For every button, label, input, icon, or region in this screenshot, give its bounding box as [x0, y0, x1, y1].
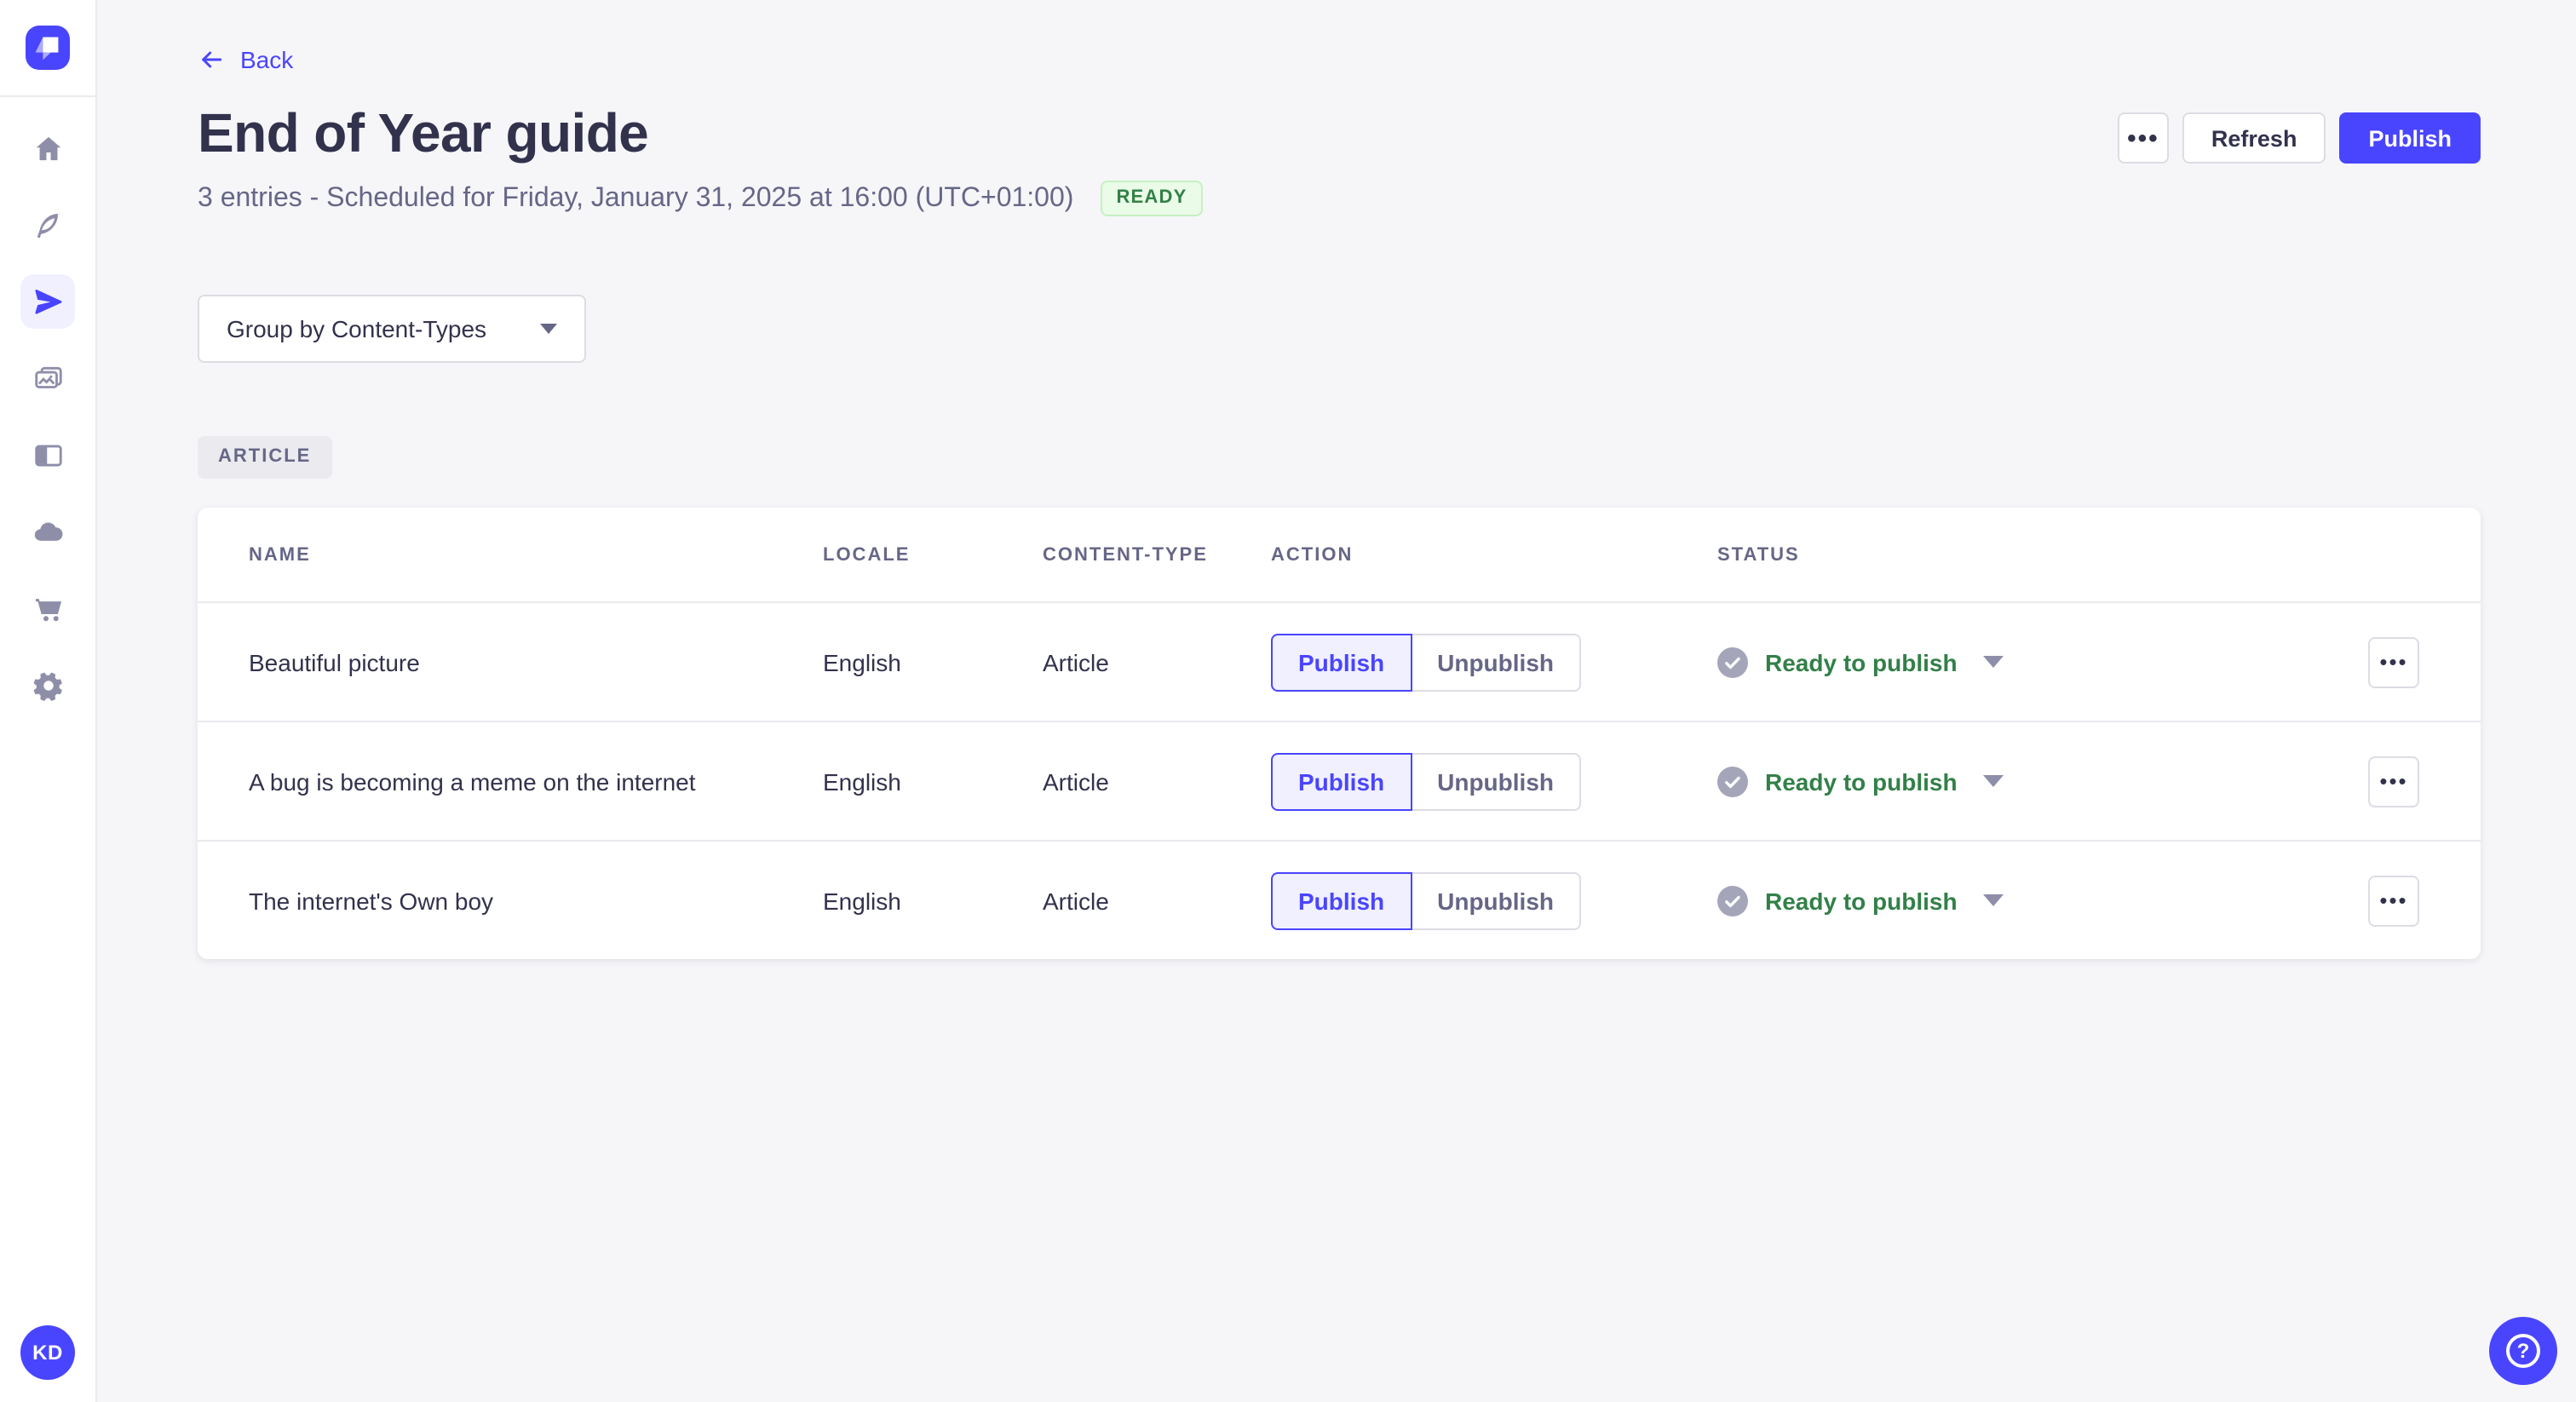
table-row: Beautiful picture English Article Publis… — [198, 601, 2481, 721]
sidebar-item-home[interactable] — [20, 121, 75, 175]
row-more-options-button[interactable]: ••• — [2368, 875, 2419, 926]
sidebar-item-marketplace[interactable] — [20, 581, 75, 635]
sidebar-item-content-manager[interactable] — [20, 198, 75, 252]
sidebar-item-releases[interactable] — [20, 274, 75, 329]
cloud-icon — [33, 521, 62, 540]
refresh-button[interactable]: Refresh — [2182, 112, 2326, 164]
entry-action-toggle: Publish Unpublish — [1271, 633, 1717, 691]
entry-status-dropdown[interactable]: Ready to publish — [1717, 885, 2368, 916]
marketplace-cart-icon — [34, 598, 61, 621]
entry-status-label: Ready to publish — [1765, 887, 1958, 914]
question-mark-icon: ? — [2506, 1334, 2540, 1368]
column-header-name: NAME — [249, 544, 311, 565]
entry-locale: English — [823, 887, 901, 914]
column-header-status: STATUS — [1717, 544, 1800, 565]
entry-status-dropdown[interactable]: Ready to publish — [1717, 646, 2368, 677]
ellipsis-icon: ••• — [2379, 888, 2408, 913]
entry-name: Beautiful picture — [249, 648, 420, 675]
table-header-row: NAME LOCALE CONTENT-TYPE ACTION STATUS — [198, 508, 2481, 601]
entries-table-card: NAME LOCALE CONTENT-TYPE ACTION STATUS B… — [198, 508, 2481, 959]
unpublish-toggle-button[interactable]: Unpublish — [1412, 752, 1581, 810]
column-header-content-type: CONTENT-TYPE — [1043, 544, 1208, 565]
ellipsis-icon: ••• — [2379, 768, 2408, 794]
strapi-logo-button[interactable] — [26, 26, 70, 70]
content-type-builder-layout-icon — [34, 444, 61, 466]
row-more-options-button[interactable]: ••• — [2368, 636, 2419, 687]
page-header: End of Year guide 3 entries - Scheduled … — [198, 102, 2481, 216]
main-content: Back End of Year guide 3 entries - Sched… — [97, 0, 2576, 1402]
title-block: End of Year guide 3 entries - Scheduled … — [198, 102, 1203, 216]
ellipsis-icon: ••• — [2379, 649, 2408, 675]
table-row: A bug is becoming a meme on the internet… — [198, 721, 2481, 840]
release-status-badge: READY — [1101, 181, 1203, 216]
check-circle-icon — [1717, 766, 1748, 796]
chevron-down-icon — [1982, 894, 2004, 906]
subtitle-row: 3 entries - Scheduled for Friday, Januar… — [198, 181, 1203, 216]
ellipsis-icon: ••• — [2127, 124, 2159, 152]
sidebar-item-settings[interactable] — [20, 658, 75, 712]
media-library-images-icon — [34, 365, 61, 388]
publish-toggle-button[interactable]: Publish — [1271, 633, 1412, 691]
entry-action-toggle: Publish Unpublish — [1271, 871, 1717, 929]
home-icon — [35, 135, 60, 160]
sidebar-nav — [20, 97, 75, 712]
entry-content-type: Article — [1043, 767, 1109, 795]
table-row: The internet's Own boy English Article P… — [198, 840, 2481, 959]
back-link[interactable]: Back — [198, 46, 293, 73]
entry-status-dropdown[interactable]: Ready to publish — [1717, 766, 2368, 796]
sidebar-item-cloud[interactable] — [20, 504, 75, 559]
chevron-down-icon — [1982, 656, 2004, 668]
header-actions: ••• Refresh Publish — [2117, 112, 2481, 164]
releases-paper-plane-icon — [34, 289, 61, 313]
column-header-action: ACTION — [1271, 544, 1354, 565]
entry-locale: English — [823, 648, 901, 675]
entry-status-label: Ready to publish — [1765, 648, 1958, 675]
column-header-locale: LOCALE — [823, 544, 911, 565]
settings-gear-icon — [32, 671, 61, 700]
more-options-button[interactable]: ••• — [2117, 112, 2169, 164]
entry-content-type: Article — [1043, 887, 1109, 914]
row-more-options-button[interactable]: ••• — [2368, 756, 2419, 807]
entry-action-toggle: Publish Unpublish — [1271, 752, 1717, 810]
content-type-group-badge: ARTICLE — [198, 436, 332, 479]
user-avatar[interactable]: KD — [20, 1325, 75, 1380]
sidebar-item-media-library[interactable] — [20, 351, 75, 405]
sidebar: KD — [0, 0, 97, 1402]
release-schedule-subtitle: 3 entries - Scheduled for Friday, Januar… — [198, 183, 1074, 212]
chevron-down-icon — [1982, 775, 2004, 787]
strapi-logo-icon — [35, 37, 59, 60]
chevron-down-icon — [540, 324, 557, 334]
unpublish-toggle-button[interactable]: Unpublish — [1412, 871, 1581, 929]
back-arrow-icon — [202, 51, 222, 68]
group-section: ARTICLE — [198, 363, 2481, 479]
help-button[interactable]: ? — [2489, 1317, 2557, 1385]
page-title: End of Year guide — [198, 102, 649, 164]
entry-status-label: Ready to publish — [1765, 767, 1958, 795]
entry-name: The internet's Own boy — [249, 887, 494, 914]
sidebar-item-content-type-builder[interactable] — [20, 428, 75, 482]
check-circle-icon — [1717, 885, 1748, 916]
entry-name: A bug is becoming a meme on the internet — [249, 767, 696, 795]
entry-locale: English — [823, 767, 901, 795]
publish-toggle-button[interactable]: Publish — [1271, 752, 1412, 810]
group-by-label: Group by Content-Types — [227, 315, 487, 342]
check-circle-icon — [1717, 646, 1748, 677]
content-manager-feather-icon — [36, 212, 60, 238]
strapi-admin-app: KD Back End of Year guide 3 entries - Sc… — [0, 0, 2576, 1402]
unpublish-toggle-button[interactable]: Unpublish — [1412, 633, 1581, 691]
back-label: Back — [240, 46, 294, 73]
publish-toggle-button[interactable]: Publish — [1271, 871, 1412, 929]
sidebar-logo-section — [0, 0, 95, 97]
entry-content-type: Article — [1043, 648, 1109, 675]
group-by-select[interactable]: Group by Content-Types — [198, 295, 586, 363]
publish-release-button[interactable]: Publish — [2339, 112, 2481, 164]
